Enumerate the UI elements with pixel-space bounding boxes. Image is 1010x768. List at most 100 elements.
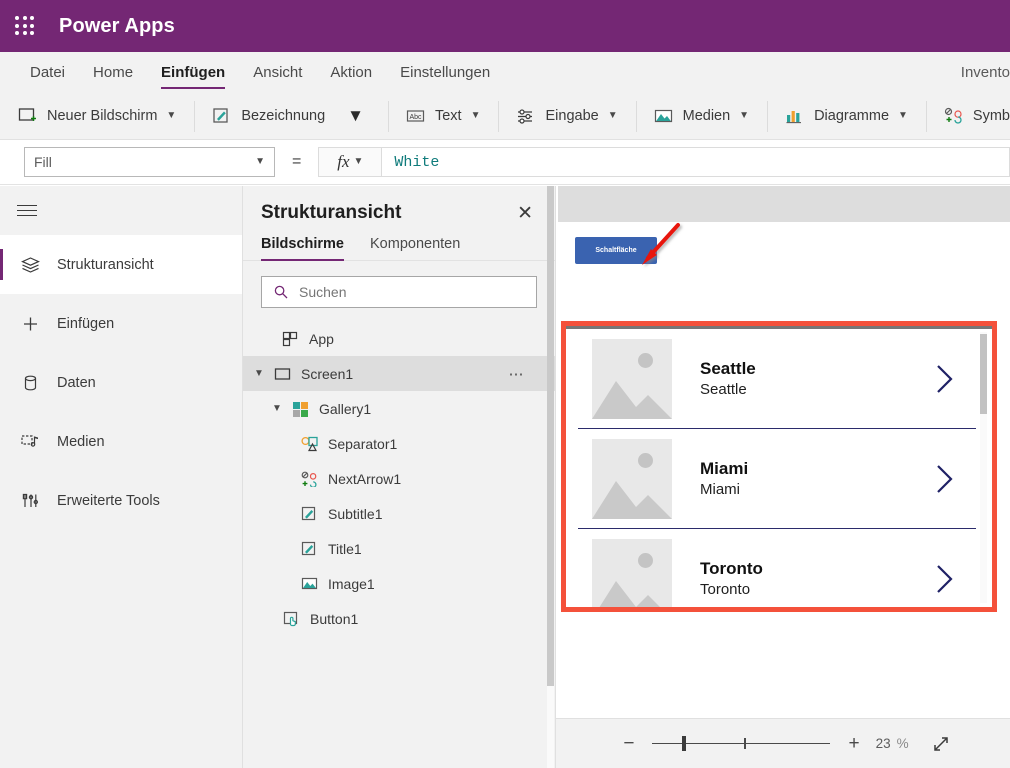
menu-item-ansicht[interactable]: Ansicht: [253, 52, 302, 93]
charts-bar-icon: [786, 111, 802, 124]
charts-button-label: Diagramme: [814, 108, 890, 124]
app-screen-surface[interactable]: Schaltfläche Seattle Seattle Miami Miami…: [558, 222, 1010, 718]
gallery-scrollbar-thumb[interactable]: [980, 334, 987, 414]
chevron-down-icon[interactable]: ▼: [898, 111, 908, 121]
gallery-list-item[interactable]: Miami Miami: [566, 429, 992, 529]
image-sun-dot: [638, 453, 653, 468]
label-button-label: Bezeichnung: [241, 108, 326, 124]
gallery-item-subtitle: Miami: [700, 480, 740, 498]
tree-node-label: Screen1: [301, 365, 354, 382]
menu-item-datei[interactable]: Datei: [30, 52, 65, 93]
sidebar-item-medien[interactable]: Medien: [0, 412, 242, 471]
gallery-item-title: Miami: [700, 459, 749, 479]
zoom-out-button[interactable]: −: [615, 734, 642, 753]
label-expand-chevron-icon[interactable]: ▼: [333, 106, 378, 126]
tree-node-nextarrow1[interactable]: NextArrow1: [243, 461, 555, 496]
tab-komponenten[interactable]: Komponenten: [370, 236, 460, 260]
gallery-item-text: Toronto Toronto: [700, 558, 763, 600]
canvas-button1[interactable]: Schaltfläche: [575, 237, 657, 264]
gallery-item-title: Toronto: [700, 559, 763, 579]
zoom-slider[interactable]: [652, 735, 831, 753]
fx-button[interactable]: fx ▼: [318, 147, 383, 177]
new-screen-button[interactable]: Neuer Bildschirm ▼: [10, 102, 184, 130]
tree-node-screen1[interactable]: ▼ Screen1 ⋯: [243, 356, 555, 391]
hamburger-menu-icon[interactable]: [0, 186, 243, 235]
tree-node-separator1[interactable]: Separator1: [243, 426, 555, 461]
sidebar-item-erweiterte-tools[interactable]: Erweiterte Tools: [0, 471, 242, 530]
tree-node-app[interactable]: App: [243, 321, 555, 356]
advanced-tools-icon: [22, 493, 38, 507]
tree-panel-tabs: Bildschirme Komponenten: [243, 225, 555, 261]
shapes-icon: [301, 436, 318, 451]
search-input[interactable]: [299, 284, 536, 300]
zoom-in-button[interactable]: +: [840, 734, 867, 753]
canvas-gallery1-selected[interactable]: Seattle Seattle Miami Miami Toronto Toro…: [561, 321, 997, 612]
equals-sign: =: [292, 153, 302, 170]
media-image-icon: [301, 577, 318, 589]
tree-scrollbar-thumb[interactable]: [547, 186, 554, 686]
new-screen-icon: [18, 108, 36, 121]
chevron-down-icon[interactable]: ▼: [471, 111, 481, 121]
label-pencil-icon: [213, 108, 228, 123]
menu-item-home[interactable]: Home: [93, 52, 133, 93]
gallery-icon: [293, 401, 308, 417]
tree-node-gallery1[interactable]: ▼ Gallery1: [243, 391, 555, 426]
text-button[interactable]: Abc Text ▼: [398, 102, 489, 130]
more-options-icon[interactable]: ⋯: [509, 365, 526, 383]
charts-button[interactable]: Diagramme ▼: [777, 102, 916, 130]
input-button-label: Eingabe: [545, 108, 599, 124]
fit-to-screen-icon[interactable]: [931, 734, 951, 754]
media-button[interactable]: Medien ▼: [646, 102, 757, 130]
tree-node-title1[interactable]: Title1: [243, 531, 555, 566]
tree-node-label: Image1: [328, 575, 375, 592]
waffle-grid-icon[interactable]: [13, 14, 37, 38]
chevron-right-icon[interactable]: [932, 462, 958, 496]
chevron-down-icon[interactable]: ▼: [739, 111, 749, 121]
zoom-slider-handle[interactable]: [682, 735, 686, 751]
tree-scrollbar[interactable]: [547, 186, 554, 768]
gallery-item-text: Miami Miami: [700, 458, 748, 500]
chevron-right-icon[interactable]: [932, 362, 958, 396]
menu-item-einfuegen[interactable]: Einfügen: [161, 52, 226, 93]
formula-bar: Fill ▼ = fx ▼ White: [0, 140, 1010, 185]
gallery-list-item[interactable]: Seattle Seattle: [566, 329, 992, 429]
tree-node-list: App ▼ Screen1 ⋯ ▼ Gallery1 Separator1 Ne…: [243, 321, 555, 636]
chevron-down-icon[interactable]: ▼: [271, 403, 283, 414]
tree-node-image1[interactable]: Image1: [243, 566, 555, 601]
svg-text:Abc: Abc: [409, 114, 422, 121]
ribbon-group-screen: Neuer Bildschirm ▼: [0, 93, 194, 140]
tree-node-button1[interactable]: Button1: [243, 601, 555, 636]
input-button[interactable]: Eingabe ▼: [508, 102, 625, 130]
sidebar-item-daten[interactable]: Daten: [0, 353, 242, 412]
close-icon[interactable]: ✕: [513, 202, 537, 225]
menu-bar: Datei Home Einfügen Ansicht Aktion Einst…: [0, 52, 1010, 93]
menu-item-einstellungen[interactable]: Einstellungen: [400, 52, 490, 93]
chevron-down-icon[interactable]: ▼: [608, 111, 618, 121]
chevron-down-icon[interactable]: ▼: [253, 368, 265, 379]
menu-item-aktion[interactable]: Aktion: [330, 52, 372, 93]
icons-button[interactable]: Symbole ▼: [936, 102, 1010, 130]
search-box[interactable]: [261, 276, 537, 308]
sidebar-item-einfuegen[interactable]: Einfügen: [0, 294, 242, 353]
gallery-list-item[interactable]: Toronto Toronto: [566, 529, 992, 607]
gallery-item-image: [592, 439, 672, 519]
chevron-right-icon[interactable]: [932, 562, 958, 596]
formula-input[interactable]: White: [382, 147, 1010, 177]
chevron-down-icon[interactable]: ▼: [166, 111, 176, 121]
canvas-zoom-bar: − + 23 %: [556, 718, 1010, 768]
property-dropdown-value: Fill: [34, 154, 52, 170]
property-dropdown[interactable]: Fill ▼: [24, 147, 275, 177]
label-button[interactable]: Bezeichnung: [204, 102, 333, 130]
zoom-percent-value: 23: [875, 736, 891, 751]
tree-node-subtitle1[interactable]: Subtitle1: [243, 496, 555, 531]
image-mountain-icon: [599, 581, 660, 607]
gallery-scrollbar[interactable]: [980, 332, 987, 603]
zoom-slider-track: [652, 742, 831, 745]
ribbon-group-icons: Symbole ▼: [925, 93, 1010, 140]
sidebar-item-strukturansicht[interactable]: Strukturansicht: [0, 235, 242, 294]
tab-bildschirme[interactable]: Bildschirme: [261, 236, 344, 261]
tree-node-label: Title1: [328, 540, 362, 557]
tree-view-panel: Strukturansicht ✕ Bildschirme Komponente…: [243, 186, 556, 768]
layers-icon: [21, 256, 40, 273]
image-sun-dot: [638, 353, 653, 368]
